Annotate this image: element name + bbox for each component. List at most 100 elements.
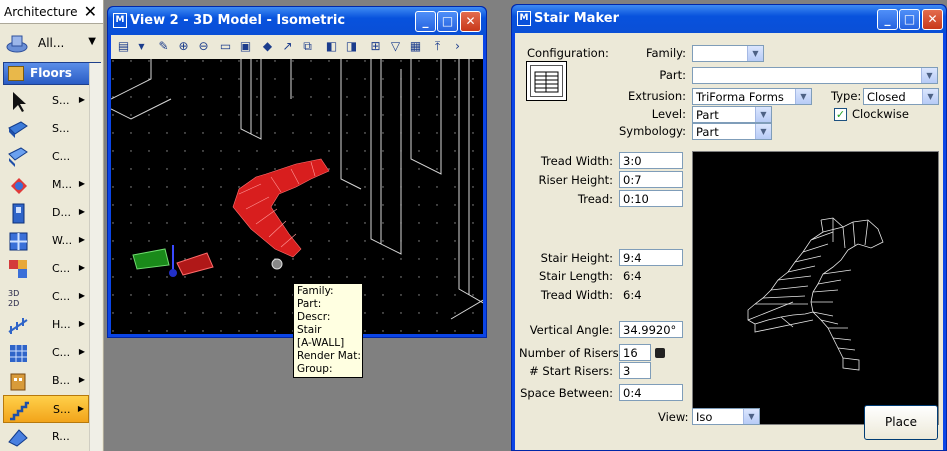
tread-field[interactable]: 0:10 [619,190,683,207]
stair-length-value: 6:4 [623,269,642,283]
riser-height-label: Riser Height: [538,173,613,187]
clockwise-label: Clockwise [852,107,909,121]
view-toolbar: ▤ ▼ ✎ ⊕ ⊖ ▭ ▣ ◆ ↗ ⧉ ◧ ◨ ⊞ ▽ ▦ ⤒ › [111,35,483,59]
render-icon[interactable]: ▽ [387,38,404,55]
stair-configuration-icon[interactable] [526,61,567,101]
stair-maker-titlebar[interactable]: M Stair Maker _ □ ✕ [512,5,946,33]
handrail-icon [8,318,28,334]
tool-label: C... [52,290,71,303]
tool-item[interactable]: C... [3,143,89,171]
place-button[interactable]: Place [864,405,938,440]
view-previous-icon[interactable]: ◧ [323,38,340,55]
tread-width-label: Tread Width: [540,154,613,168]
minimize-button[interactable]: _ [877,9,898,30]
tool-label: B... [52,374,71,387]
tooltip-line: [A-WALL] [297,337,345,349]
tab-floors-label: Floors [30,66,72,80]
more-tools-icon[interactable]: › [449,38,466,55]
camera-icon[interactable]: ⤒ [429,38,446,55]
tread-width-field[interactable]: 3:0 [619,152,683,169]
tool-label: S... [53,403,71,416]
palette-dropdown[interactable]: All... ▼ [6,31,99,56]
modify-icon [11,178,27,194]
zoom-in-icon[interactable]: ⊕ [175,38,192,55]
zoom-out-icon[interactable]: ⊖ [195,38,212,55]
fit-view-icon[interactable]: ▣ [237,38,254,55]
tool-label: H... [52,318,71,331]
tooltip-line: Family: [297,285,334,297]
type-select[interactable]: Closed ▼ [863,88,939,105]
window-area-icon[interactable]: ▭ [217,38,234,55]
clip-volume-icon[interactable]: ⊞ [367,38,384,55]
tool-label: S... [52,122,70,135]
pan-view-icon[interactable]: ↗ [279,38,296,55]
microstation-app-icon: M [517,11,531,26]
tool-item[interactable]: W... ▶ [3,227,89,255]
view-select[interactable]: Iso ▼ [692,408,760,425]
number-of-risers-field[interactable]: 16 [619,344,651,361]
vertical-angle-field[interactable]: 34.9920° [619,321,683,338]
lock-icon[interactable] [655,348,665,358]
tooltip-line: Descr: [297,311,331,323]
space-between-label: Space Between: [520,386,613,400]
stair-maker-window: M Stair Maker _ □ ✕ Configuration: Famil… [511,4,947,451]
tooltip-line: Render Mat: [297,350,361,362]
close-button[interactable]: ✕ [922,9,943,30]
copy-view-icon[interactable]: ⧉ [299,38,316,55]
chevron-down-icon[interactable]: ▼ [133,38,150,55]
close-button[interactable]: ✕ [460,11,481,32]
tool-item[interactable]: S... ▶ [3,87,89,115]
submenu-arrow-icon: ▶ [78,347,85,356]
stair-maker-body: Configuration: Family: ▼ Part: ▼ Extrusi… [515,33,943,450]
family-select[interactable]: ▼ [692,45,764,62]
update-view-icon[interactable]: ✎ [155,38,172,55]
view-attributes-icon[interactable]: ▤ [115,38,132,55]
submenu-arrow-icon: ▶ [78,263,85,272]
tool-item[interactable]: B... ▶ [3,367,89,395]
maximize-button[interactable]: □ [437,11,458,32]
tool-item[interactable]: M... ▶ [3,171,89,199]
level-select[interactable]: Part ▼ [692,106,772,123]
display-style-icon[interactable]: ▦ [407,38,424,55]
view-label: View: [658,410,689,424]
tool-item[interactable]: C... ▶ [3,339,89,367]
view2-title: View 2 - 3D Model - Isometric [130,13,346,28]
submenu-arrow-icon: ▶ [78,291,85,300]
tool-item[interactable]: R... [3,423,89,451]
tool-item[interactable]: H... ▶ [3,311,89,339]
architecture-palette: Architecture ✕ All... ▼ Floors S... ▶ S...… [0,0,104,451]
view-next-icon[interactable]: ◨ [343,38,360,55]
riser-height-field[interactable]: 0:7 [619,171,683,188]
space-between-field[interactable]: 0:4 [619,384,683,401]
tool-item[interactable]: S... ▶ [3,395,89,423]
minimize-button[interactable]: _ [415,11,436,32]
clockwise-checkbox[interactable]: ✓ [834,108,847,121]
tool-label: C... [52,262,71,275]
submenu-arrow-icon: ▶ [77,404,84,413]
palette-scrollbar[interactable] [89,63,102,451]
element-info-tooltip: Family: Part: Descr: Stair [A-WALL] Rend… [293,283,363,378]
tooltip-line: Part: [297,298,322,310]
building-icon [10,373,26,391]
tool-item[interactable]: S... [3,115,89,143]
submenu-arrow-icon: ▶ [78,319,85,328]
tab-floors[interactable]: Floors [3,62,101,85]
chevron-down-icon: ▼ [922,89,938,104]
tool-item[interactable]: C... ▶ [3,255,89,283]
start-risers-field[interactable]: 3 [619,362,651,379]
stair-preview [692,151,939,425]
view2-titlebar[interactable]: M View 2 - 3D Model - Isometric _ □ ✕ [108,7,486,35]
maximize-button[interactable]: □ [899,9,920,30]
components-icon [9,260,27,278]
extrusion-select[interactable]: TriForma Forms ▼ [692,88,812,105]
tool-item[interactable]: D... ▶ [3,199,89,227]
extrusion-value: TriForma Forms [696,90,784,104]
submenu-arrow-icon: ▶ [78,179,85,188]
symbology-select[interactable]: Part ▼ [692,123,772,140]
close-icon[interactable]: ✕ [84,2,97,21]
rotate-view-icon[interactable]: ◆ [259,38,276,55]
part-select[interactable]: ▼ [692,67,938,84]
stair-height-field[interactable]: 9:4 [619,249,683,266]
tool-item[interactable]: 3D 2D C... ▶ [3,283,89,311]
tread-width-readout-value: 6:4 [623,288,642,302]
